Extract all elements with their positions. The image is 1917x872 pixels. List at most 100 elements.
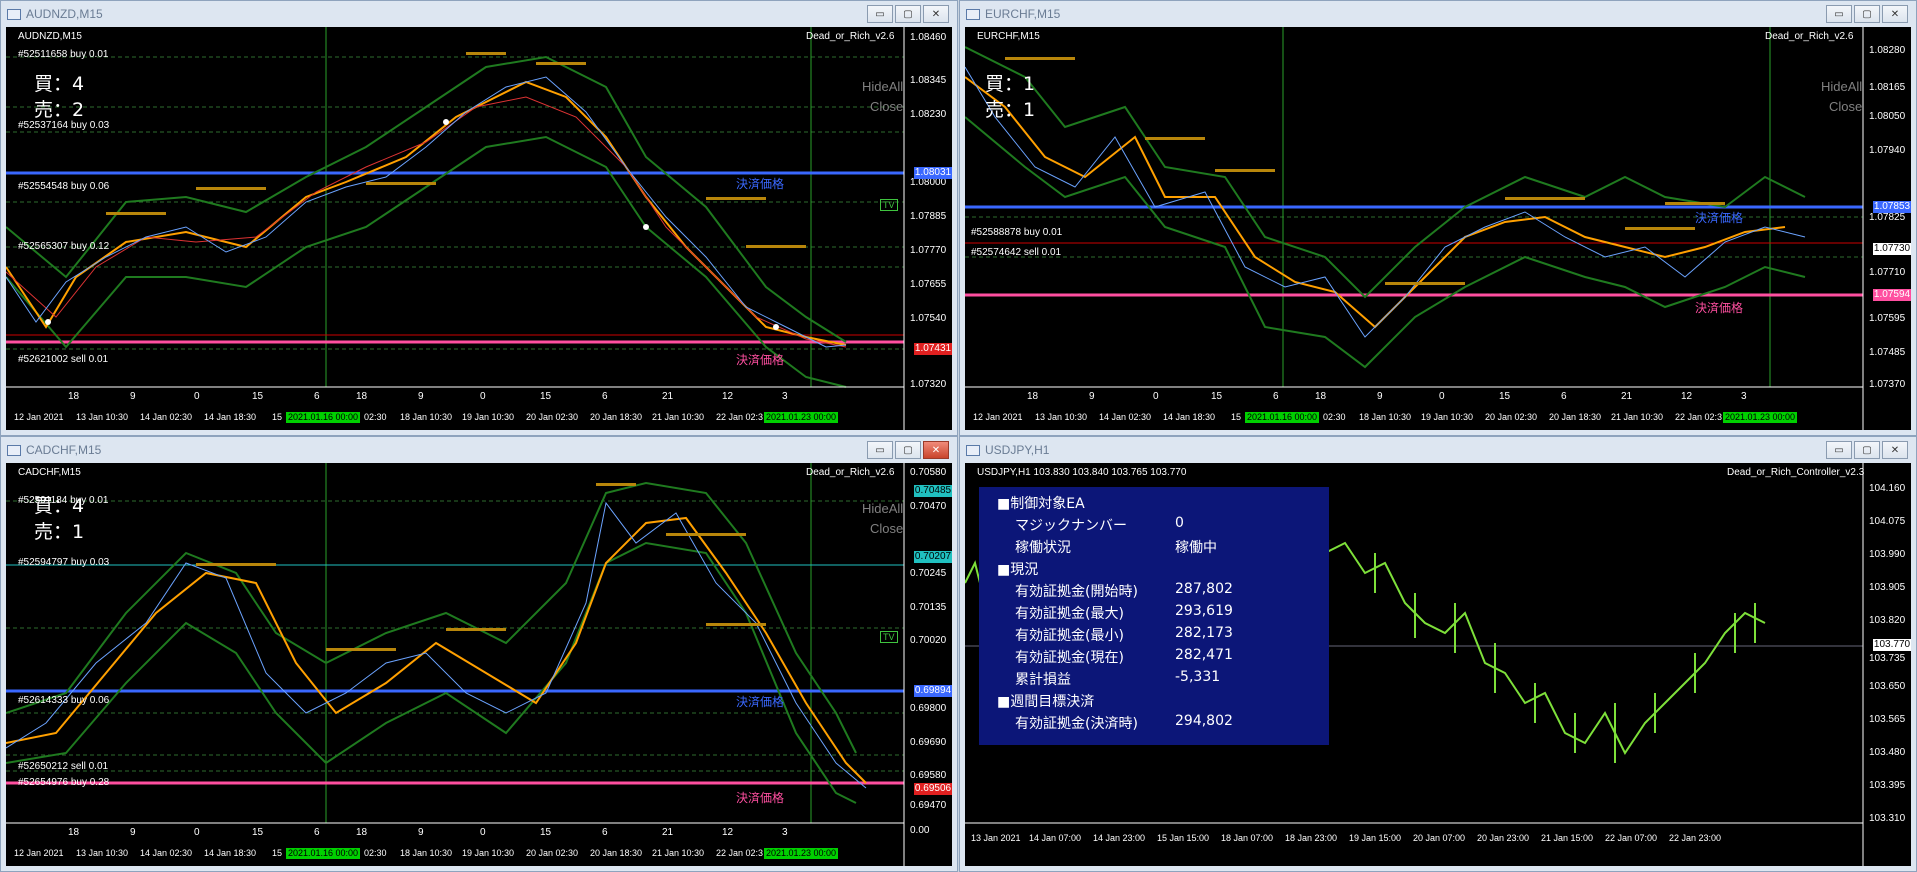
tv-button[interactable]: TV <box>880 199 898 211</box>
price-chart[interactable]: CADCHF,M15 Dead_or_Rich_v2.6 #52591184 b… <box>6 463 952 866</box>
price-box-white: 1.07730 <box>1873 243 1911 255</box>
close-orders-button[interactable]: Close <box>870 521 903 536</box>
price-tick: 1.08460 <box>910 32 947 43</box>
time-tick: 15 <box>540 827 552 838</box>
price-tick: 1.07540 <box>910 313 947 324</box>
close-button[interactable]: ✕ <box>1882 5 1908 23</box>
time-tick: 21 <box>662 391 674 402</box>
hideall-button[interactable]: HideAll <box>862 79 903 94</box>
tv-button[interactable]: TV <box>880 631 898 643</box>
panel-row-value: 294,802 <box>1175 713 1233 729</box>
close-button[interactable]: ✕ <box>923 441 949 459</box>
chart-drawing <box>6 27 905 430</box>
date-label: 19 Jan 10:30 <box>462 848 515 858</box>
date-label: 20 Jan 02:30 <box>526 848 579 858</box>
chart-window-cadchf[interactable]: CADCHF,M15 ▭ ▢ ✕ CADCHF,M15 Dead_or_Rich… <box>0 436 958 872</box>
chart-window-audnzd[interactable]: AUDNZD,M15 ▭ ▢ ✕ AUDNZD,M15 Dead_or_Rich… <box>0 0 958 436</box>
time-tick: 6 <box>1273 391 1279 402</box>
price-tick: 0.00 <box>910 825 930 836</box>
date-label: 14 Jan 07:00 <box>1029 833 1082 843</box>
time-tick: 6 <box>314 827 320 838</box>
indicator-label: Dead_or_Rich_v2.6 <box>806 31 895 42</box>
symbol-label: AUDNZD,M15 <box>18 31 82 42</box>
time-tick: 18 <box>1027 391 1039 402</box>
chart-drawing <box>965 27 1864 430</box>
close-orders-button[interactable]: Close <box>1829 99 1862 114</box>
hideall-button[interactable]: HideAll <box>862 501 903 516</box>
maximize-button[interactable]: ▢ <box>1854 5 1880 23</box>
window-title: EURCHF,M15 <box>985 7 1061 21</box>
price-tick: 0.70470 <box>910 501 947 512</box>
title-bar[interactable]: USDJPY,H1 ▭ ▢ ✕ <box>960 437 1916 463</box>
price-tick: 0.69800 <box>910 703 947 714</box>
minimize-button[interactable]: ▭ <box>867 441 893 459</box>
price-tick: 103.990 <box>1869 549 1906 560</box>
maximize-button[interactable]: ▢ <box>895 5 921 23</box>
maximize-button[interactable]: ▢ <box>895 441 921 459</box>
time-tick: 9 <box>418 827 424 838</box>
price-chart[interactable]: EURCHF,M15 Dead_or_Rich_v2.6 #52588878 b… <box>965 27 1911 430</box>
panel-row-value: 0 <box>1175 515 1184 531</box>
price-box-red: 0.69506 <box>914 783 952 795</box>
price-tick: 0.69690 <box>910 737 947 748</box>
time-tick: 18 <box>356 391 368 402</box>
date-label: 19 Jan 10:30 <box>1421 412 1474 422</box>
window-title: CADCHF,M15 <box>26 443 102 457</box>
price-tick: 1.08050 <box>1869 111 1906 122</box>
price-box-cyan: 0.70207 <box>914 551 952 563</box>
date-marker: 2021.01.16 00:00 <box>286 412 361 423</box>
price-box-cyan: 0.70485 <box>914 485 952 497</box>
price-tick: 1.07485 <box>1869 347 1906 358</box>
symbol-label: CADCHF,M15 <box>18 467 81 478</box>
price-chart[interactable]: USDJPY,H1 103.830 103.840 103.765 103.77… <box>965 463 1911 866</box>
date-label: 14 Jan 02:30 <box>1099 412 1152 422</box>
chart-window-eurchf[interactable]: EURCHF,M15 ▭ ▢ ✕ EURCHF,M15 Dead_or_Rich… <box>959 0 1917 436</box>
kessai-label: 決済価格 <box>1695 211 1744 225</box>
time-tick: 0 <box>194 827 200 838</box>
title-bar[interactable]: AUDNZD,M15 ▭ ▢ ✕ <box>1 1 957 27</box>
kessai-label: 決済価格 <box>736 791 785 805</box>
hideall-button[interactable]: HideAll <box>1821 79 1862 94</box>
symbol-label: EURCHF,M15 <box>977 31 1040 42</box>
buy-count: 買：4 <box>34 495 85 517</box>
time-tick: 3 <box>782 827 788 838</box>
chart-window-usdjpy[interactable]: USDJPY,H1 ▭ ▢ ✕ USDJPY,H1 103.830 103.84… <box>959 436 1917 872</box>
price-tick: 103.395 <box>1869 780 1906 791</box>
date-label: 21 Jan 10:30 <box>1611 412 1664 422</box>
date-label: 18 Jan 10:30 <box>400 848 453 858</box>
date-label: 14 Jan 02:30 <box>140 412 193 422</box>
time-tick: 15 <box>1211 391 1223 402</box>
maximize-button[interactable]: ▢ <box>1854 441 1880 459</box>
time-tick: 12 <box>722 391 734 402</box>
title-bar[interactable]: EURCHF,M15 ▭ ▢ ✕ <box>960 1 1916 27</box>
minimize-button[interactable]: ▭ <box>867 5 893 23</box>
time-tick: 15 <box>252 827 264 838</box>
price-tick: 0.69580 <box>910 770 947 781</box>
close-button[interactable]: ✕ <box>1882 441 1908 459</box>
panel-row-value: 282,173 <box>1175 625 1233 641</box>
date-label: 20 Jan 02:30 <box>1485 412 1538 422</box>
date-label: 22 Jan 23:00 <box>1669 833 1722 843</box>
date-label: 15 <box>272 848 283 858</box>
date-label: 18 Jan 23:00 <box>1285 833 1338 843</box>
panel-row-label: 有効証拠金(現在) <box>1015 650 1124 666</box>
close-orders-button[interactable]: Close <box>870 99 903 114</box>
order-label: #52565307 buy 0.12 <box>18 241 110 252</box>
minimize-button[interactable]: ▭ <box>1826 5 1852 23</box>
date-label: 21 Jan 10:30 <box>652 412 705 422</box>
close-button[interactable]: ✕ <box>923 5 949 23</box>
price-tick: 1.08165 <box>1869 82 1906 93</box>
price-tick: 0.70580 <box>910 467 947 478</box>
time-tick: 15 <box>1499 391 1511 402</box>
price-chart[interactable]: AUDNZD,M15 Dead_or_Rich_v2.6 #52511658 b… <box>6 27 952 430</box>
panel-row-label: ■現況 <box>997 562 1039 578</box>
price-tick: 104.075 <box>1869 516 1906 527</box>
date-label: 18 Jan 10:30 <box>1359 412 1412 422</box>
price-tick: 1.07885 <box>910 211 947 222</box>
minimize-button[interactable]: ▭ <box>1826 441 1852 459</box>
time-tick: 9 <box>130 391 136 402</box>
date-label: 13 Jan 10:30 <box>76 412 129 422</box>
date-label: 02:30 <box>364 848 387 858</box>
date-label: 14 Jan 23:00 <box>1093 833 1146 843</box>
title-bar[interactable]: CADCHF,M15 ▭ ▢ ✕ <box>1 437 957 463</box>
